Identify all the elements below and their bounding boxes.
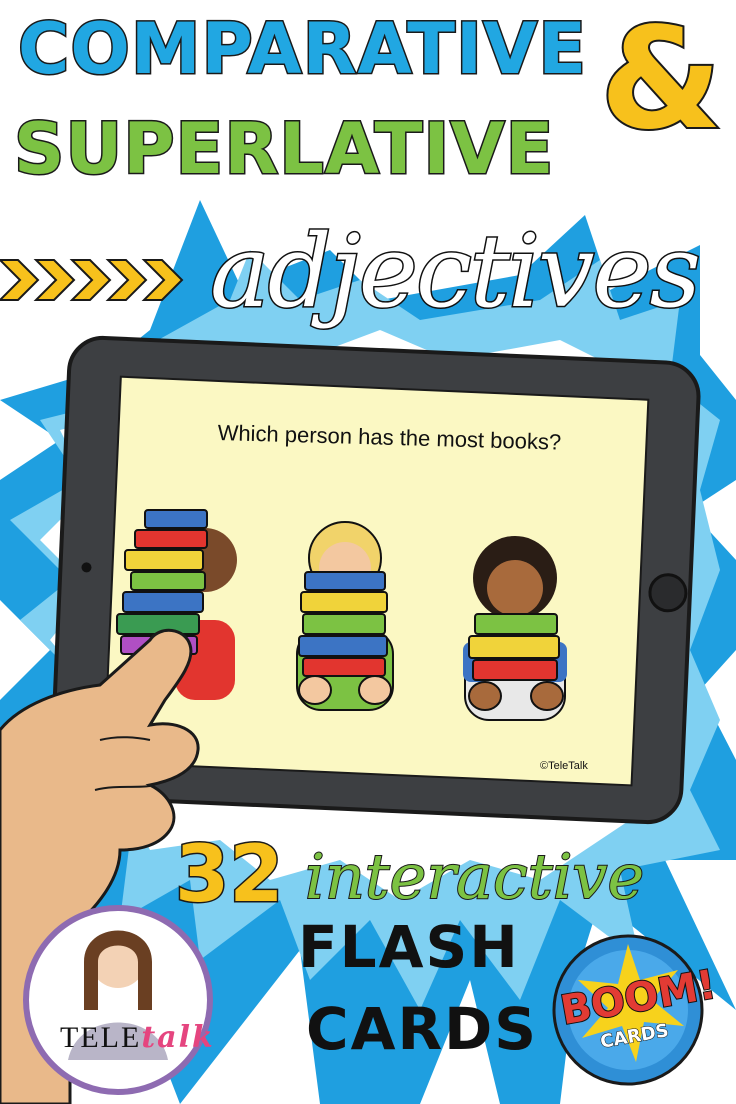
- person-few-books[interactable]: [455, 530, 575, 730]
- interactive-label: interactive: [304, 840, 645, 913]
- teletalk-logo-icon: [23, 905, 213, 1095]
- cards-label: CARDS: [306, 995, 539, 1063]
- title-ampersand: &: [598, 0, 724, 161]
- flash-label: FLASH: [298, 913, 520, 981]
- chevron-arrows-icon: [0, 259, 184, 301]
- title-comparative: COMPARATIVE: [16, 7, 588, 92]
- teletalk-brand-text: TELEtalk: [60, 1020, 215, 1055]
- cover-page: COMPARATIVE & SUPERLATIVE adjectives Whi…: [0, 0, 736, 1104]
- credit-text: ©TeleTalk: [540, 760, 588, 772]
- talk-text: talk: [141, 1020, 215, 1055]
- person-some-books[interactable]: [285, 520, 405, 720]
- title-adjectives: adjectives: [209, 213, 703, 330]
- title-superlative: SUPERLATIVE: [12, 107, 555, 192]
- tele-text: TELE: [60, 1021, 142, 1054]
